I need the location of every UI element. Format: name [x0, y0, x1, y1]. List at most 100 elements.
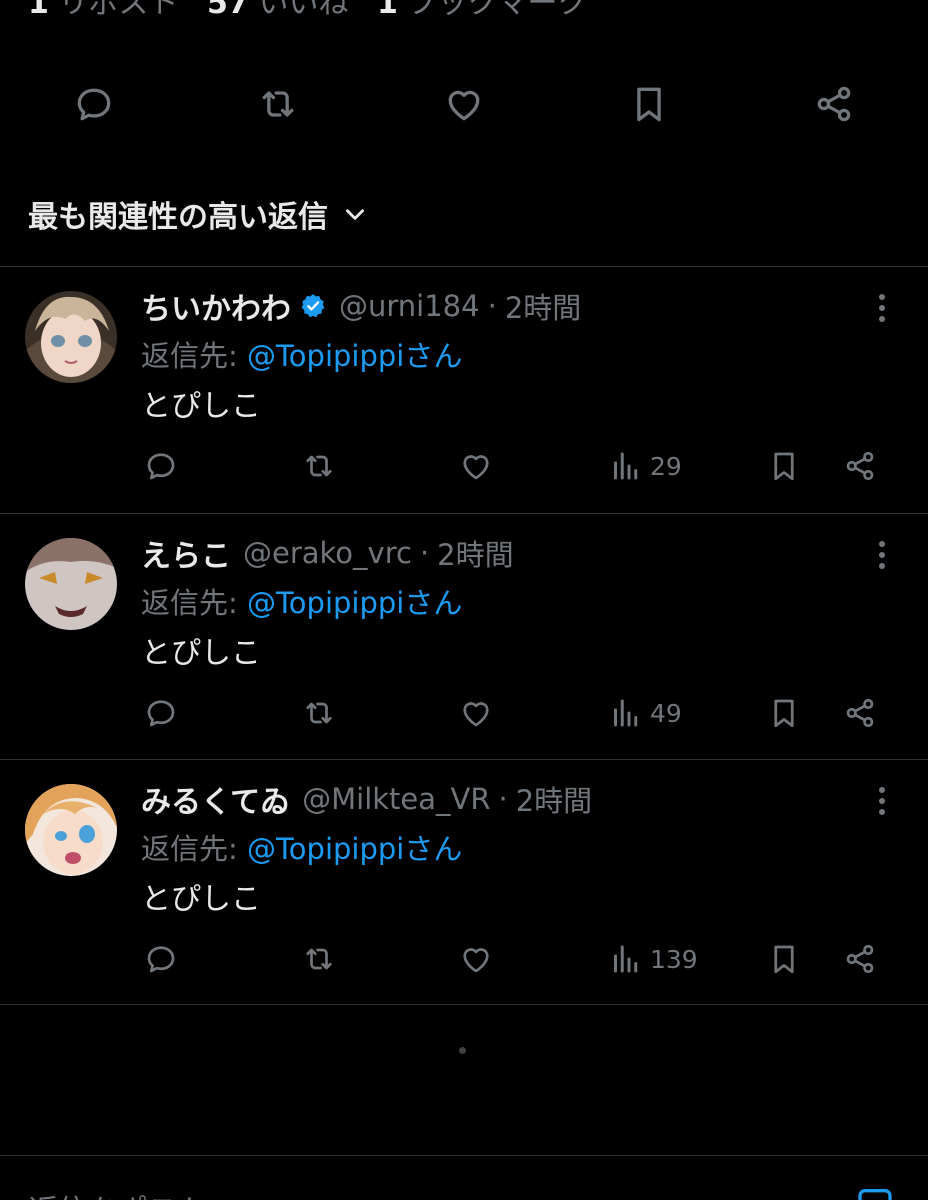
repost-icon: [306, 702, 332, 724]
reply-icon: [77, 88, 111, 121]
more-icon: [879, 541, 885, 569]
repost-button[interactable]: [254, 80, 302, 128]
reply-text: とぴしこ: [141, 636, 261, 671]
like-button[interactable]: [458, 446, 494, 486]
repost-icon: [306, 455, 332, 477]
views-icon: [614, 452, 638, 480]
reply-button[interactable]: [143, 939, 179, 979]
display-name[interactable]: ちいかわわ: [141, 284, 291, 328]
repost-button[interactable]: [301, 939, 337, 979]
image-attach-icon[interactable]: [855, 1184, 895, 1200]
likes-label[interactable]: いいね: [258, 0, 348, 21]
verified-badge-icon: [301, 294, 325, 318]
divider: [0, 513, 928, 514]
avatar-image: [25, 784, 117, 876]
reply-header: ちいかわわ @urni184 · 2時間: [141, 284, 581, 328]
avatar[interactable]: [25, 784, 117, 876]
reply-button[interactable]: [143, 446, 179, 486]
reply-sort-dropdown[interactable]: 最も関連性の高い返信: [28, 192, 368, 236]
reply-icon: [147, 946, 175, 973]
share-button[interactable]: [842, 693, 878, 733]
views-count: 29: [650, 451, 682, 481]
display-name[interactable]: みるくてゐ: [141, 777, 290, 821]
bookmark-icon: [774, 452, 794, 481]
more-icon: [879, 787, 885, 815]
reposts-count: 1: [28, 0, 49, 21]
like-button[interactable]: [458, 693, 494, 733]
timestamp[interactable]: 2時間: [516, 778, 592, 820]
more-icon: [879, 294, 885, 322]
reply-button[interactable]: [70, 80, 118, 128]
reply-icon: [147, 700, 175, 727]
loading-indicator: [459, 1047, 466, 1054]
reply-header: えらこ @erako_vrc · 2時間: [141, 531, 514, 575]
post-action-bar: [0, 72, 928, 136]
reply-to-handle[interactable]: @Topipippiさん: [247, 586, 462, 620]
share-button[interactable]: [842, 446, 878, 486]
avatar[interactable]: [25, 538, 117, 630]
bookmarks-label[interactable]: ブックマーク: [407, 0, 587, 21]
avatar[interactable]: [25, 291, 117, 383]
views-icon: [614, 699, 638, 727]
separator: ·: [487, 289, 497, 323]
reply-sort-label: 最も関連性の高い返信: [28, 200, 328, 235]
bookmark-icon: [774, 699, 794, 728]
views-count: 139: [650, 944, 698, 974]
separator: ·: [419, 536, 430, 570]
divider: [0, 1004, 928, 1005]
reply-item[interactable]: みるくてゐ @Milktea_VR · 2時間 返信先: @Topipippiさ…: [0, 761, 928, 1006]
more-button[interactable]: [866, 537, 898, 573]
reply-button[interactable]: [143, 693, 179, 733]
likes-count: 57: [207, 0, 249, 21]
bookmark-button[interactable]: [766, 693, 802, 733]
like-button[interactable]: [458, 939, 494, 979]
user-handle[interactable]: @Milktea_VR: [302, 782, 490, 816]
reply-header: みるくてゐ @Milktea_VR · 2時間: [141, 777, 592, 821]
more-button[interactable]: [866, 290, 898, 326]
reply-item[interactable]: ちいかわわ @urni184 · 2時間 返信先: @Topipippiさん と…: [0, 268, 928, 513]
user-handle[interactable]: @erako_vrc: [243, 536, 412, 570]
bookmark-button[interactable]: [766, 446, 802, 486]
user-handle[interactable]: @urni184: [339, 289, 480, 323]
reply-item[interactable]: えらこ @erako_vrc · 2時間 返信先: @Topipippiさん と…: [0, 515, 928, 760]
avatar-image: [25, 538, 117, 630]
reply-action-bar: 29: [0, 443, 928, 493]
reply-to-handle[interactable]: @Topipippiさん: [247, 339, 462, 373]
views-button[interactable]: 29: [608, 446, 682, 486]
views-count: 49: [650, 698, 682, 728]
timestamp[interactable]: 2時間: [505, 285, 581, 327]
reply-to-prefix: 返信先:: [141, 586, 247, 620]
share-button[interactable]: [810, 80, 858, 128]
reply-compose-input[interactable]: 返信をポスト: [28, 1186, 208, 1200]
bookmark-button[interactable]: [766, 939, 802, 979]
reply-to-handle[interactable]: @Topipippiさん: [247, 832, 462, 866]
share-icon: [817, 86, 851, 122]
repost-icon: [262, 91, 294, 117]
divider: [0, 266, 928, 267]
reply-to-line: 返信先: @Topipippiさん: [141, 826, 462, 868]
separator: ·: [498, 782, 508, 816]
like-button[interactable]: [440, 80, 488, 128]
reply-text: とぴしこ: [141, 882, 261, 917]
views-icon: [614, 945, 638, 973]
reply-icon: [147, 453, 175, 480]
share-icon: [846, 698, 874, 728]
views-button[interactable]: 139: [608, 939, 698, 979]
like-icon: [463, 455, 489, 480]
like-icon: [448, 90, 480, 121]
repost-button[interactable]: [301, 446, 337, 486]
share-icon: [846, 944, 874, 974]
timestamp[interactable]: 2時間: [437, 532, 513, 574]
divider: [0, 1155, 928, 1156]
post-stats: 1 リポスト 57 いいね 1 ブックマーク: [28, 0, 587, 22]
bookmark-button[interactable]: [625, 80, 673, 128]
views-button[interactable]: 49: [608, 693, 682, 733]
reply-text: とぴしこ: [141, 389, 261, 424]
more-button[interactable]: [866, 783, 898, 819]
reposts-label[interactable]: リポスト: [58, 0, 178, 21]
chevron-down-icon: [346, 209, 364, 220]
reply-to-line: 返信先: @Topipippiさん: [141, 333, 462, 375]
repost-button[interactable]: [301, 693, 337, 733]
display-name[interactable]: えらこ: [141, 531, 231, 575]
share-button[interactable]: [842, 939, 878, 979]
